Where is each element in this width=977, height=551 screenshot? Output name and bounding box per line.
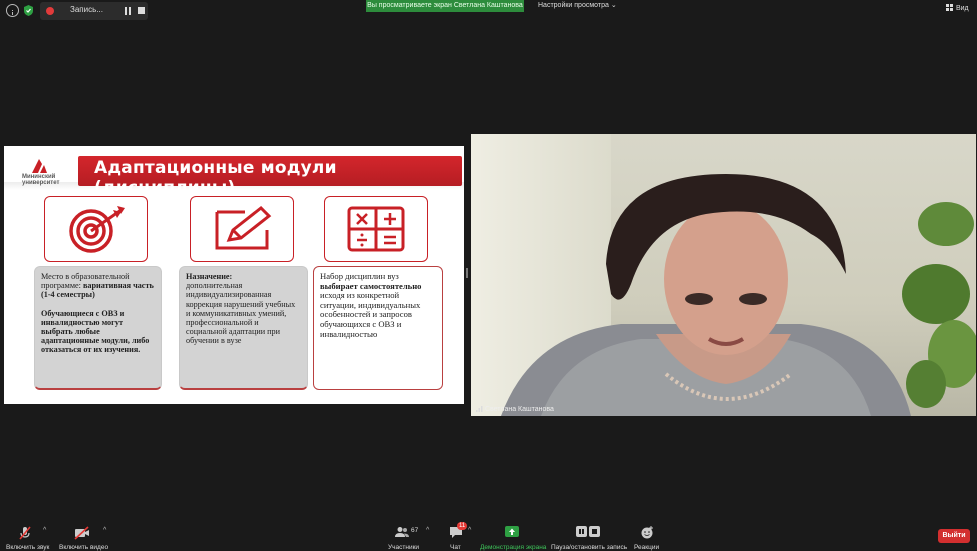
view-settings-label: Настройки просмотра: [538, 2, 609, 9]
card-selection-bold: выбирает самостоятельно: [320, 280, 422, 291]
logo-line-2: университет: [22, 180, 60, 186]
participant-video: [471, 134, 976, 416]
info-icon[interactable]: [6, 4, 19, 17]
split-view-handle[interactable]: [466, 268, 468, 278]
record-label[interactable]: Пауза/остановить запись: [551, 544, 627, 551]
pencil-icon: [215, 205, 272, 250]
recording-dot-icon: [46, 7, 54, 15]
pause-stop-recording-icon[interactable]: [576, 526, 600, 538]
view-settings-button[interactable]: Настройки просмотра ⌄: [538, 1, 617, 9]
video-label[interactable]: Включить видео: [59, 544, 108, 551]
card-purpose: Назначение: дополнительная индивидуализи…: [179, 266, 308, 390]
reactions-icon[interactable]: [641, 526, 654, 539]
card-purpose-heading: Назначение:: [186, 272, 233, 281]
stop-recording-icon[interactable]: [138, 7, 145, 14]
chat-unread-badge: 11: [457, 522, 468, 530]
card-selection-text-2: исходя из конкретной ситуации, индивидуа…: [320, 290, 421, 339]
meeting-bottom-bar: ^ Включить звук ^ Включить видео 67 ^ Уч…: [0, 520, 977, 551]
muted-microphone-icon[interactable]: [18, 526, 32, 540]
target-icon: [69, 206, 125, 253]
grid-view-icon: [946, 4, 953, 11]
card-placement-note: Обучающиеся с ОВЗ и инвалидностью могут …: [41, 308, 150, 355]
video-off-icon[interactable]: [74, 526, 90, 540]
participant-name: Светлана Каштанова: [484, 406, 554, 413]
participants-icon[interactable]: [395, 526, 409, 538]
chat-options-caret[interactable]: ^: [468, 527, 471, 534]
university-logo: Мининский университет: [12, 152, 72, 186]
participant-name-label: Светлана Каштанова: [476, 406, 554, 413]
video-person: [501, 174, 911, 416]
logo-mark-icon: [32, 159, 47, 173]
card-placement: Место в образовательной программе: вариа…: [34, 266, 162, 390]
calculator-icon: [347, 206, 405, 252]
shield-icon[interactable]: [22, 4, 35, 17]
video-options-caret[interactable]: ^: [103, 527, 106, 534]
recording-label: Запись...: [70, 5, 103, 14]
card-selection: Набор дисциплин вуз выбирает самостоятел…: [313, 266, 443, 390]
chat-label[interactable]: Чат: [450, 544, 461, 551]
pause-recording-icon[interactable]: [124, 7, 132, 15]
slide-title: Адаптационные модули (дисциплины): [94, 158, 337, 198]
mute-label[interactable]: Включить звук: [6, 544, 49, 551]
view-button[interactable]: Вид: [946, 4, 969, 12]
participants-count: 67: [411, 527, 419, 534]
chevron-down-icon: ⌄: [610, 2, 617, 9]
reactions-label[interactable]: Реакции: [634, 544, 659, 551]
view-label: Вид: [955, 5, 969, 12]
share-screen-icon[interactable]: [505, 526, 519, 538]
pencil-icon-box: [190, 196, 294, 262]
recording-indicator: Запись...: [40, 2, 148, 20]
mute-options-caret[interactable]: ^: [43, 527, 46, 534]
meeting-top-bar: Запись... Вы просматриваете экран Светла…: [0, 0, 977, 22]
screen-share-banner: Вы просматриваете экран Светлана Каштано…: [366, 0, 524, 12]
card-purpose-text: дополнительная индивидуализированная кор…: [186, 281, 296, 346]
share-screen-label[interactable]: Демонстрация экрана: [480, 544, 546, 551]
shared-slide: Мининский университет Адаптационные моду…: [4, 146, 464, 404]
target-icon-box: [44, 196, 148, 262]
exit-button[interactable]: Выйти: [938, 529, 970, 543]
calculator-icon-box: [324, 196, 428, 262]
logo-text: Мининский университет: [22, 174, 59, 186]
participants-label[interactable]: Участники: [388, 544, 419, 551]
signal-strength-icon: [476, 406, 483, 412]
participants-options-caret[interactable]: ^: [426, 527, 429, 534]
card-selection-text-1: Набор дисциплин вуз: [320, 271, 399, 281]
